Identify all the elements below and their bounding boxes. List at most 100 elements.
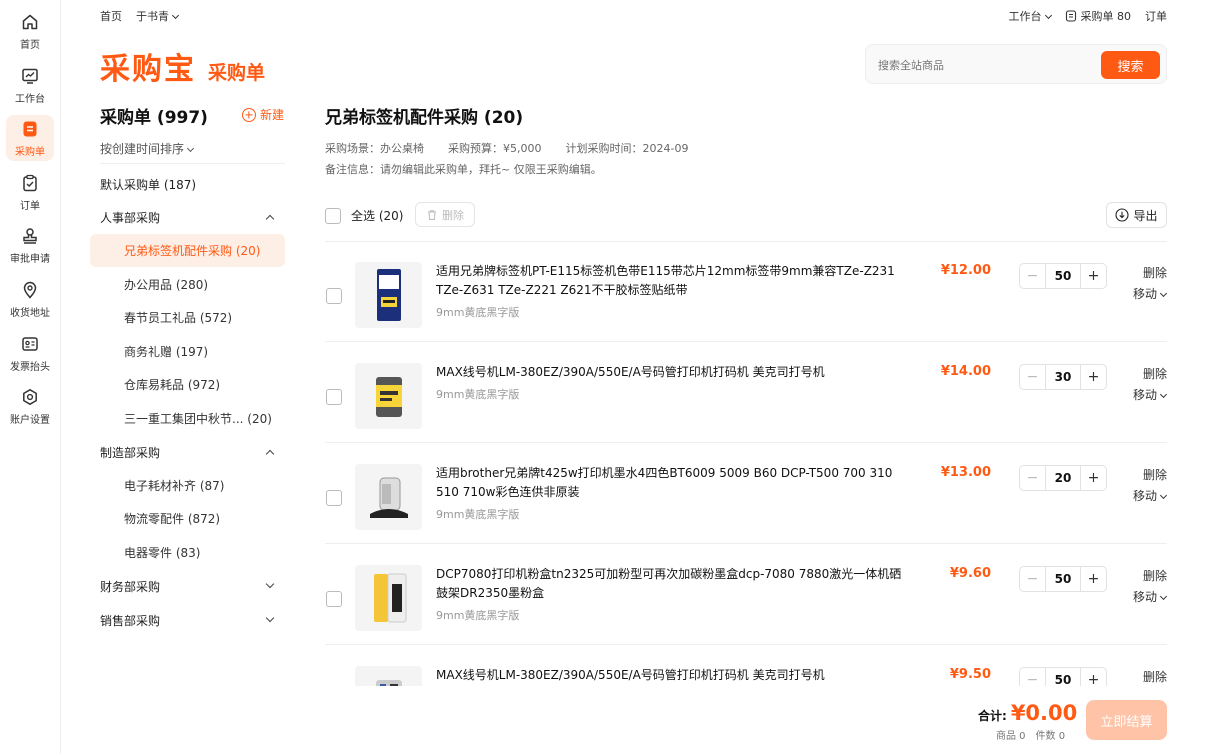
increase-button[interactable]: + [1080, 668, 1106, 686]
sidebar-item-label: 春节员工礼品 (572) [124, 311, 233, 325]
product-image[interactable] [355, 363, 422, 429]
decrease-button[interactable]: − [1020, 466, 1046, 490]
sidebar-group-finance[interactable]: 财务部采购 [100, 576, 285, 596]
goods-count: 商品 0 [996, 731, 1026, 742]
sidebar-item-label: 办公用品 (280) [124, 278, 209, 292]
pieces-count: 件数 0 [1035, 731, 1066, 742]
item-checkbox[interactable] [326, 490, 342, 506]
sidebar-group-default[interactable]: 默认采购单 (187) [100, 174, 285, 194]
product-title[interactable]: DCP7080打印机粉盒tn2325可加粉型可再次加碳粉墨盒dcp-7080 7… [436, 565, 906, 603]
product-title[interactable]: 适用brother兄弟牌t425w打印机墨水4四色BT6009 5009 B60… [436, 464, 906, 502]
search-button[interactable]: 搜索 [1101, 51, 1160, 79]
list-item: DCP7080打印机粉盒tn2325可加粉型可再次加碳粉墨盒dcp-7080 7… [325, 545, 1167, 645]
move-item-button[interactable]: 移动 [1133, 386, 1167, 403]
move-item-button[interactable]: 移动 [1133, 588, 1167, 605]
select-all[interactable]: 全选 (20) [325, 207, 403, 224]
product-image[interactable] [355, 262, 422, 328]
decrease-button[interactable]: − [1020, 567, 1046, 591]
sidebar-item-spring-gifts[interactable]: 春节员工礼品 (572) [90, 301, 285, 334]
quantity-stepper: − 30 + [1019, 364, 1107, 390]
order-list-icon [20, 119, 40, 139]
new-purchase-list-button[interactable]: 新建 [242, 106, 284, 123]
sidebar-item-logistics-parts[interactable]: 物流零配件 (872) [90, 502, 285, 535]
increase-button[interactable]: + [1080, 264, 1106, 288]
product-image[interactable] [355, 666, 422, 686]
sidebar-item-sany-midautumn[interactable]: 三一重工集团中秋节... (20) [90, 402, 285, 435]
chevron-down-icon [1159, 289, 1167, 298]
decrease-button[interactable]: − [1020, 365, 1046, 389]
bulk-delete-button[interactable]: 删除 [415, 202, 475, 227]
product-title[interactable]: MAX线号机LM-380EZ/390A/550E/A号码管打印机打码机 美克司打… [436, 363, 906, 382]
nav-label: 采购单 [15, 146, 45, 158]
chevron-down-icon [1159, 592, 1167, 601]
decrease-button[interactable]: − [1020, 264, 1046, 288]
topbar-home-link[interactable]: 首页 [100, 8, 122, 24]
product-price: ¥9.60 [949, 566, 991, 581]
nav-item-invoice[interactable]: 发票抬头 [6, 330, 54, 376]
quantity-value[interactable]: 20 [1046, 471, 1080, 485]
export-button[interactable]: 导出 [1106, 202, 1167, 228]
trash-icon [428, 209, 436, 220]
product-spec: 9mm黄底黑字版 [436, 508, 520, 521]
user-menu[interactable]: 于书青 [136, 8, 180, 24]
delete-item-button[interactable]: 删除 [1143, 567, 1167, 584]
product-title[interactable]: 适用兄弟牌标签机PT-E115标签机色带E115带芯片12mm标签带9mm兼容T… [436, 262, 906, 300]
cart-link[interactable]: 采购单 80 [1065, 8, 1131, 24]
nav-item-settings[interactable]: 账户设置 [6, 383, 54, 429]
product-price: ¥13.00 [940, 465, 991, 480]
select-all-checkbox[interactable] [325, 207, 341, 224]
divider [100, 163, 285, 164]
product-title[interactable]: MAX线号机LM-380EZ/390A/550E/A号码管打印机打码机 美克司打… [436, 666, 906, 685]
quantity-value[interactable]: 50 [1046, 269, 1080, 283]
nav-item-orders[interactable]: 订单 [6, 169, 54, 215]
sidebar-group-hr[interactable]: 人事部采购 [100, 207, 285, 227]
search-input[interactable] [878, 55, 1088, 75]
checkout-button[interactable]: 立即结算 [1086, 700, 1167, 740]
quantity-value[interactable]: 30 [1046, 370, 1080, 384]
chevron-down-icon [265, 579, 275, 589]
purchase-list-title: 采购单 (997) [100, 108, 208, 128]
increase-button[interactable]: + [1080, 567, 1106, 591]
sidebar-item-electrical-parts[interactable]: 电器零件 (83) [90, 536, 285, 569]
nav-rail: 首页 工作台 采购单 订单 审批申请 收货地址 发票抬头 账户设置 [0, 0, 61, 754]
sort-label: 按创建时间排序 [100, 142, 185, 156]
quantity-value[interactable]: 50 [1046, 572, 1080, 586]
nav-item-address[interactable]: 收货地址 [6, 276, 54, 322]
nav-item-purchase-list[interactable]: 采购单 [6, 115, 54, 161]
stamp-icon [20, 226, 40, 246]
sort-dropdown[interactable]: 按创建时间排序 [100, 140, 195, 157]
export-label: 导出 [1133, 208, 1158, 223]
sidebar-item-business-gifts[interactable]: 商务礼赠 (197) [90, 335, 285, 368]
move-item-button[interactable]: 移动 [1133, 487, 1167, 504]
sidebar-item-label: 兄弟标签机配件采购 (20) [124, 244, 261, 258]
item-checkbox[interactable] [326, 389, 342, 405]
delete-item-button[interactable]: 删除 [1143, 365, 1167, 382]
increase-button[interactable]: + [1080, 365, 1106, 389]
product-image[interactable] [355, 464, 422, 530]
sidebar-item-office-supplies[interactable]: 办公用品 (280) [90, 268, 285, 301]
workbench-menu[interactable]: 工作台 [1009, 8, 1052, 24]
nav-item-dashboard[interactable]: 工作台 [6, 62, 54, 108]
page-title: 兄弟标签机配件采购 (20) [325, 108, 524, 128]
delete-item-button[interactable]: 删除 [1143, 668, 1167, 685]
sidebar-item-electronic-consumables[interactable]: 电子耗材补齐 (87) [90, 469, 285, 502]
increase-button[interactable]: + [1080, 466, 1106, 490]
move-item-button[interactable]: 移动 [1133, 285, 1167, 302]
product-image[interactable] [355, 565, 422, 631]
sidebar-group-sales[interactable]: 销售部采购 [100, 610, 285, 630]
brand-logo[interactable]: 采购宝 采购单 [100, 44, 265, 88]
delete-item-button[interactable]: 删除 [1143, 466, 1167, 483]
orders-link[interactable]: 订单 [1145, 8, 1167, 24]
delete-item-button[interactable]: 删除 [1143, 264, 1167, 281]
nav-item-approval[interactable]: 审批申请 [6, 222, 54, 268]
nav-label: 账户设置 [10, 414, 50, 426]
decrease-button[interactable]: − [1020, 668, 1046, 686]
item-checkbox[interactable] [326, 288, 342, 304]
quantity-value[interactable]: 50 [1046, 673, 1080, 686]
sidebar-item-label: 仓库易耗品 (972) [124, 378, 221, 392]
sidebar-item-warehouse-consumables[interactable]: 仓库易耗品 (972) [90, 368, 285, 401]
sidebar-item-brother-accessories[interactable]: 兄弟标签机配件采购 (20) [90, 234, 285, 267]
sidebar-group-manufacturing[interactable]: 制造部采购 [100, 442, 285, 462]
nav-item-home[interactable]: 首页 [6, 8, 54, 54]
item-checkbox[interactable] [326, 591, 342, 607]
